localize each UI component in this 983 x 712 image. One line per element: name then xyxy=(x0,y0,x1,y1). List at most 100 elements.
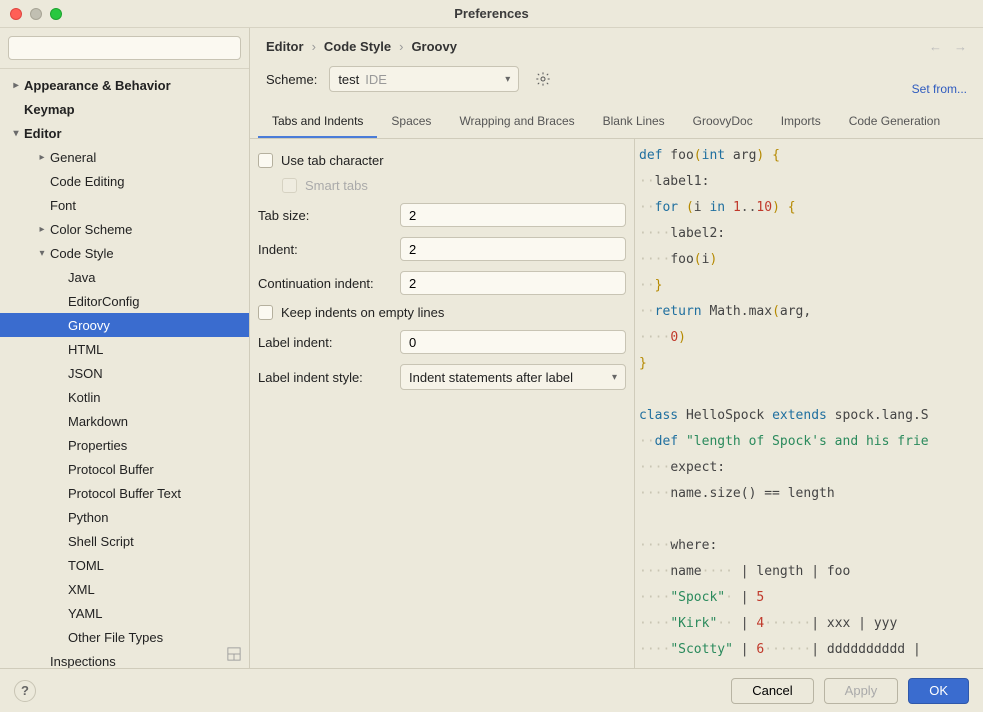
dialog-footer: ? Cancel Apply OK xyxy=(0,668,983,712)
sidebar-item[interactable]: TOML xyxy=(0,553,249,577)
label-indent-style-select[interactable]: Indent statements after label ▾ xyxy=(400,364,626,390)
tab[interactable]: GroovyDoc xyxy=(679,106,767,138)
sidebar-item[interactable]: Protocol Buffer Text xyxy=(0,481,249,505)
sidebar-item[interactable]: HTML xyxy=(0,337,249,361)
nav-back-icon[interactable]: ← xyxy=(929,39,942,54)
sidebar-item-label: Inspections xyxy=(50,654,116,669)
help-button[interactable]: ? xyxy=(14,680,36,702)
sidebar-item[interactable]: ▾Code Style xyxy=(0,241,249,265)
tab-size-input[interactable] xyxy=(400,203,626,227)
sidebar-item-label: Markdown xyxy=(68,414,128,429)
sidebar-item-label: Code Editing xyxy=(50,174,124,189)
smart-tabs-checkbox-row: Smart tabs xyxy=(258,178,626,193)
tab[interactable]: Code Generation xyxy=(835,106,954,138)
cancel-button[interactable]: Cancel xyxy=(731,678,813,704)
sidebar-item[interactable]: Properties xyxy=(0,433,249,457)
sidebar-item[interactable]: Font xyxy=(0,193,249,217)
tab-bar: Tabs and IndentsSpacesWrapping and Brace… xyxy=(250,106,983,139)
tab[interactable]: Imports xyxy=(767,106,835,138)
titlebar: Preferences xyxy=(0,0,983,28)
checkbox-icon[interactable] xyxy=(258,153,273,168)
use-tab-label: Use tab character xyxy=(281,153,384,168)
scheme-value: test xyxy=(338,72,359,87)
sidebar-item[interactable]: EditorConfig xyxy=(0,289,249,313)
label-indent-style-label: Label indent style: xyxy=(258,370,390,385)
sidebar: ▸Appearance & BehaviorKeymap▾Editor▸Gene… xyxy=(0,28,250,668)
window-title: Preferences xyxy=(0,6,983,21)
sidebar-item[interactable]: ▸Appearance & Behavior xyxy=(0,73,249,97)
code-preview: def foo(int arg) { ··label1: ··for (i in… xyxy=(634,139,983,668)
scheme-select[interactable]: test IDE ▾ xyxy=(329,66,519,92)
select-value: Indent statements after label xyxy=(409,370,573,385)
chevron-down-icon: ▾ xyxy=(8,128,24,139)
breadcrumb-item: Groovy xyxy=(411,39,457,54)
label-indent-input[interactable] xyxy=(400,330,626,354)
sidebar-item[interactable]: Inspections xyxy=(0,649,249,668)
continuation-indent-input[interactable] xyxy=(400,271,626,295)
keep-indents-label: Keep indents on empty lines xyxy=(281,305,444,320)
sidebar-item[interactable]: Code Editing xyxy=(0,169,249,193)
sidebar-item[interactable]: XML xyxy=(0,577,249,601)
tab-size-label: Tab size: xyxy=(258,208,390,223)
tab[interactable]: Blank Lines xyxy=(589,106,679,138)
sidebar-item-label: Python xyxy=(68,510,108,525)
tab[interactable]: Spaces xyxy=(377,106,445,138)
sidebar-item-label: Other File Types xyxy=(68,630,163,645)
apply-button[interactable]: Apply xyxy=(824,678,899,704)
chevron-right-icon: ▸ xyxy=(34,152,50,163)
sidebar-item-label: Protocol Buffer xyxy=(68,462,154,477)
chevron-right-icon: ▸ xyxy=(34,224,50,235)
sidebar-item-label: Shell Script xyxy=(68,534,134,549)
label-indent-label: Label indent: xyxy=(258,335,390,350)
sidebar-item[interactable]: JSON xyxy=(0,361,249,385)
ok-button[interactable]: OK xyxy=(908,678,969,704)
checkbox-icon xyxy=(282,178,297,193)
sidebar-item[interactable]: Protocol Buffer xyxy=(0,457,249,481)
smart-tabs-label: Smart tabs xyxy=(305,178,368,193)
indent-input[interactable] xyxy=(400,237,626,261)
sidebar-item-label: EditorConfig xyxy=(68,294,140,309)
sidebar-item-label: Java xyxy=(68,270,95,285)
sidebar-item[interactable]: YAML xyxy=(0,601,249,625)
settings-tree[interactable]: ▸Appearance & BehaviorKeymap▾Editor▸Gene… xyxy=(0,69,249,668)
sidebar-item-label: YAML xyxy=(68,606,102,621)
sidebar-item[interactable]: Java xyxy=(0,265,249,289)
nav-forward-icon[interactable]: → xyxy=(954,39,967,54)
breadcrumb: Editor › Code Style › Groovy ← → xyxy=(250,28,983,64)
sidebar-item[interactable]: Groovy xyxy=(0,313,249,337)
sidebar-item[interactable]: Keymap xyxy=(0,97,249,121)
sidebar-item[interactable]: ▸Color Scheme xyxy=(0,217,249,241)
settings-form: Use tab character Smart tabs Tab size: I… xyxy=(250,139,634,668)
sidebar-item-label: Editor xyxy=(24,126,62,141)
sidebar-item[interactable]: ▾Editor xyxy=(0,121,249,145)
chevron-down-icon: ▾ xyxy=(34,248,50,259)
sidebar-item-label: Font xyxy=(50,198,76,213)
sidebar-item[interactable]: ▸General xyxy=(0,145,249,169)
continuation-indent-label: Continuation indent: xyxy=(258,276,390,291)
sidebar-item[interactable]: Markdown xyxy=(0,409,249,433)
sidebar-item-label: Keymap xyxy=(24,102,75,117)
chevron-down-icon: ▾ xyxy=(612,372,617,383)
sidebar-item-label: Appearance & Behavior xyxy=(24,78,171,93)
search-input[interactable] xyxy=(8,36,241,60)
sidebar-item-label: XML xyxy=(68,582,95,597)
sidebar-item-label: General xyxy=(50,150,96,165)
checkbox-icon[interactable] xyxy=(258,305,273,320)
sidebar-item-label: Properties xyxy=(68,438,127,453)
tree-settings-icon[interactable] xyxy=(227,647,241,664)
scheme-label: Scheme: xyxy=(266,72,317,87)
sidebar-item-label: Protocol Buffer Text xyxy=(68,486,181,501)
sidebar-item[interactable]: Other File Types xyxy=(0,625,249,649)
set-from-link[interactable]: Set from... xyxy=(912,82,983,96)
tab[interactable]: Tabs and Indents xyxy=(258,106,377,138)
tab[interactable]: Wrapping and Braces xyxy=(445,106,588,138)
keep-indents-checkbox-row[interactable]: Keep indents on empty lines xyxy=(258,305,626,320)
sidebar-item-label: Groovy xyxy=(68,318,110,333)
scheme-gear-button[interactable] xyxy=(531,67,555,91)
sidebar-item[interactable]: Python xyxy=(0,505,249,529)
sidebar-item[interactable]: Shell Script xyxy=(0,529,249,553)
sidebar-item[interactable]: Kotlin xyxy=(0,385,249,409)
breadcrumb-item[interactable]: Code Style xyxy=(324,39,391,54)
use-tab-checkbox-row[interactable]: Use tab character xyxy=(258,153,626,168)
breadcrumb-item[interactable]: Editor xyxy=(266,39,304,54)
